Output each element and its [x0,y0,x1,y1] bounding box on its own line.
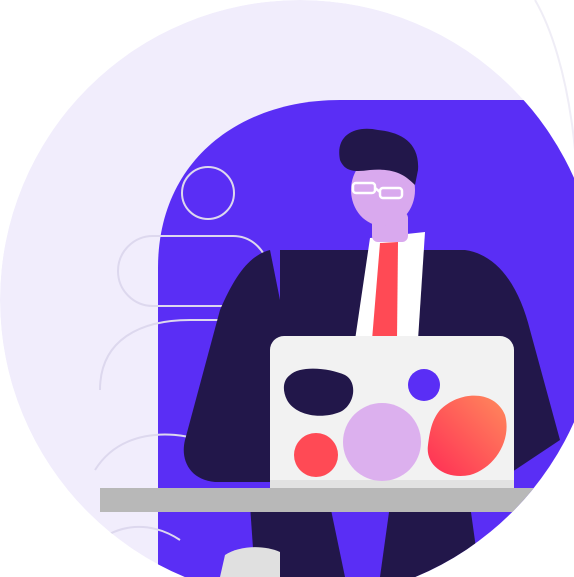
illustration-canvas [0,0,574,577]
laptop-blob-violet [408,369,440,401]
laptop-icon [270,336,514,496]
laptop-blob-red [294,433,338,477]
desk [100,488,574,512]
laptop-blob-pink [343,403,421,481]
leg-right [380,505,480,577]
circle-scene [0,0,574,577]
person-with-laptop-illustration [0,0,574,577]
